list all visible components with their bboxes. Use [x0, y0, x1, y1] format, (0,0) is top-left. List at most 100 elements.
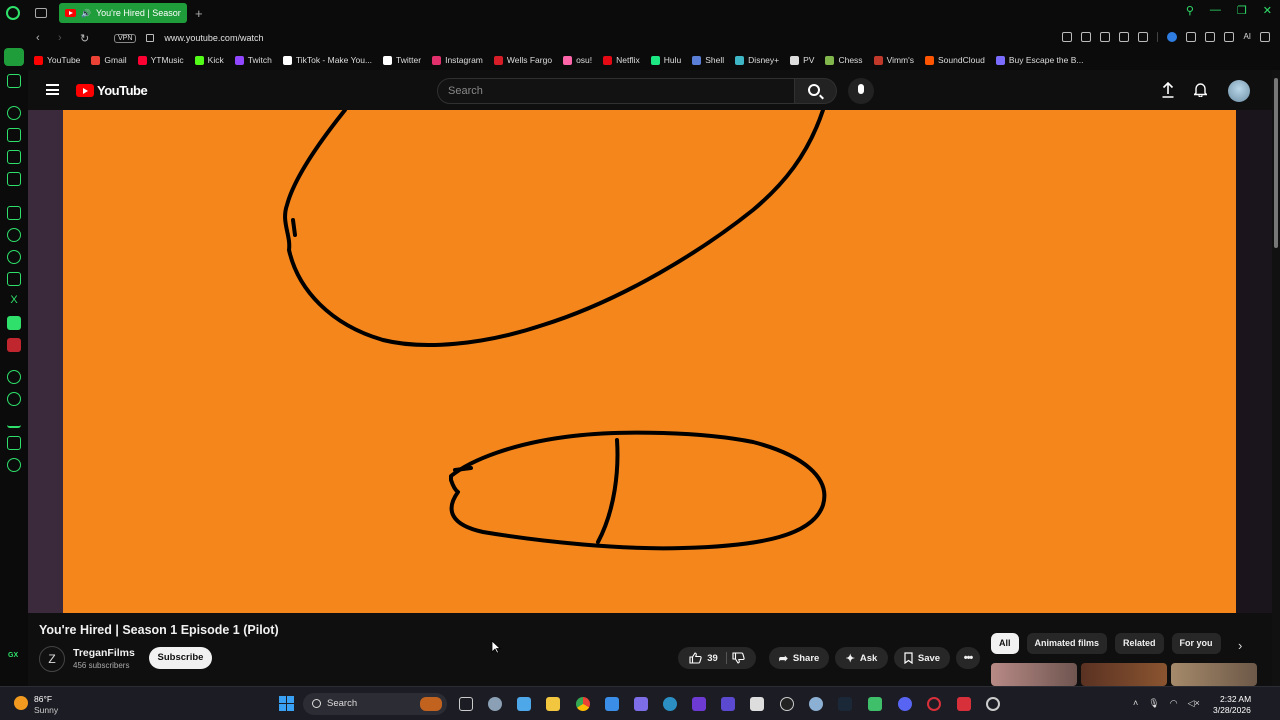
download-icon[interactable] [1224, 32, 1235, 42]
weather-temperature[interactable]: 86°F [34, 694, 52, 704]
shield-icon[interactable] [1100, 32, 1111, 42]
bookmark-item[interactable]: osu! [563, 55, 592, 65]
sidebar-x-icon[interactable]: X [7, 294, 21, 308]
bookmark-item[interactable]: TikTok - Make You... [282, 55, 372, 65]
gx-corner-button[interactable]: GX [8, 652, 18, 659]
discord-icon[interactable] [898, 697, 912, 711]
dolphin-icon[interactable] [663, 697, 677, 711]
thumbs-down-icon[interactable] [732, 652, 745, 664]
sidebar-discord-icon[interactable] [7, 316, 21, 330]
notifications-bell-icon[interactable] [1194, 82, 1207, 97]
sidebar-media-icon[interactable] [7, 338, 21, 352]
new-tab-button[interactable]: + [195, 6, 203, 21]
bookmark-item[interactable]: Twitter [383, 55, 421, 65]
bookmark-item[interactable]: PV [790, 55, 814, 65]
subscribe-button[interactable]: Subscribe [149, 647, 212, 669]
sidebar-whatsapp-icon[interactable] [7, 250, 21, 264]
chip-related[interactable]: Related [1115, 633, 1164, 654]
chip-animated-films[interactable]: Animated films [1026, 633, 1108, 654]
search-highlight-icon[interactable] [420, 697, 442, 711]
save-button[interactable]: Save [894, 647, 950, 669]
sidebar-messenger-icon[interactable] [7, 228, 21, 242]
youtube-logo[interactable]: YouTube [76, 83, 148, 98]
chevron-right-icon[interactable]: › [1238, 638, 1242, 653]
sidebar-bag-icon[interactable] [7, 128, 21, 142]
channel-avatar[interactable]: Z [39, 646, 65, 672]
snapshot-icon[interactable] [1081, 32, 1092, 42]
tab-youtube[interactable]: 🔊 You're Hired | Season [59, 3, 187, 23]
file-explorer-icon[interactable] [546, 697, 560, 711]
more-actions-button[interactable]: ••• [956, 647, 980, 669]
search-input[interactable]: Search [437, 78, 795, 104]
bookmark-item[interactable]: Shell [692, 55, 724, 65]
video-player[interactable] [63, 110, 1236, 613]
notepad-icon[interactable] [605, 697, 619, 711]
app-purple-icon[interactable] [692, 697, 706, 711]
weather-condition[interactable]: Sunny [34, 705, 58, 715]
sidebar-history-icon[interactable] [7, 392, 21, 406]
settings-icon[interactable] [488, 697, 502, 711]
page-scrollbar[interactable] [1272, 70, 1280, 686]
scrollbar-thumb[interactable] [1274, 78, 1278, 248]
lock-icon[interactable] [146, 34, 155, 42]
bookmark-item[interactable]: Kick [194, 55, 224, 65]
clock-date[interactable]: 3/28/2026 [1213, 705, 1251, 715]
minimize-button[interactable]: — [1210, 4, 1221, 17]
bookmark-item[interactable]: YTMusic [137, 55, 184, 65]
bookmark-item[interactable]: SoundCloud [925, 55, 985, 65]
bookmark-item[interactable]: Vimm's [873, 55, 914, 65]
maximize-button[interactable]: ❐ [1237, 4, 1247, 17]
chip-for-you[interactable]: For you [1171, 633, 1221, 654]
chip-all[interactable]: All [991, 633, 1019, 654]
channel-name[interactable]: TreganFilms [73, 647, 135, 659]
sidebar-instagram-icon[interactable] [7, 272, 21, 286]
close-button[interactable]: ✕ [1263, 4, 1272, 17]
account-avatar[interactable] [1228, 80, 1250, 102]
upload-icon[interactable] [1162, 82, 1174, 98]
bookmark-item[interactable]: Twitch [234, 55, 272, 65]
menu-icon[interactable] [1260, 32, 1270, 42]
recommended-thumbnail[interactable] [1081, 663, 1167, 686]
wallet-icon[interactable] [1205, 32, 1216, 42]
chrome-icon[interactable] [576, 697, 590, 711]
vpn-badge[interactable]: VPN [114, 33, 137, 43]
gamepad-icon[interactable] [634, 697, 648, 711]
volume-muted-icon[interactable]: ◁× [1188, 698, 1200, 709]
store-icon[interactable] [517, 697, 531, 711]
forward-button[interactable]: › [58, 32, 72, 44]
sidebar-refresh-icon[interactable] [7, 106, 21, 120]
tab-manager-icon[interactable] [35, 8, 47, 18]
weather-sun-icon[interactable] [14, 696, 28, 710]
bookmark-item[interactable]: Netflix [603, 55, 640, 65]
task-view-icon[interactable] [459, 697, 473, 711]
bookmark-item[interactable]: Hulu [650, 55, 681, 65]
share-button[interactable]: ➦ Share [769, 647, 829, 669]
like-button[interactable]: 39 [689, 652, 727, 664]
bookmark-item[interactable]: Chess [825, 55, 863, 65]
opera-gx-taskbar-icon[interactable] [927, 697, 941, 711]
bookmark-icon[interactable] [1062, 32, 1073, 42]
reload-button[interactable]: ↻ [80, 32, 94, 45]
app-ring-icon[interactable] [986, 697, 1000, 711]
clock-time[interactable]: 2:32 AM [1220, 694, 1251, 704]
play-icon[interactable] [1119, 32, 1130, 42]
opera-gx-logo-icon[interactable] [6, 6, 20, 20]
microphone-tray-icon[interactable]: 🎙 [1148, 698, 1159, 709]
sidebar-twitch-icon[interactable] [7, 206, 21, 220]
sidebar-player-icon[interactable] [7, 370, 21, 384]
sidebar-m-icon[interactable] [7, 172, 21, 186]
steam-icon[interactable] [838, 697, 852, 711]
bookmark-item[interactable]: Gmail [91, 55, 127, 65]
speaker-icon[interactable]: 🔊 [81, 9, 91, 18]
search-icon[interactable]: ⚲ [1186, 4, 1194, 17]
menu-icon[interactable] [46, 84, 59, 95]
app-green-icon[interactable] [868, 697, 882, 711]
voice-search-button[interactable] [848, 78, 874, 104]
sidebar-card-icon[interactable] [7, 150, 21, 164]
bookmark-item[interactable]: Wells Fargo [493, 55, 552, 65]
app-window-icon[interactable] [750, 697, 764, 711]
app-g-icon[interactable] [780, 697, 794, 711]
sidebar-controller-icon[interactable] [7, 74, 21, 88]
sidebar-home-button[interactable] [4, 48, 24, 66]
recommended-thumbnail[interactable] [1171, 663, 1257, 686]
